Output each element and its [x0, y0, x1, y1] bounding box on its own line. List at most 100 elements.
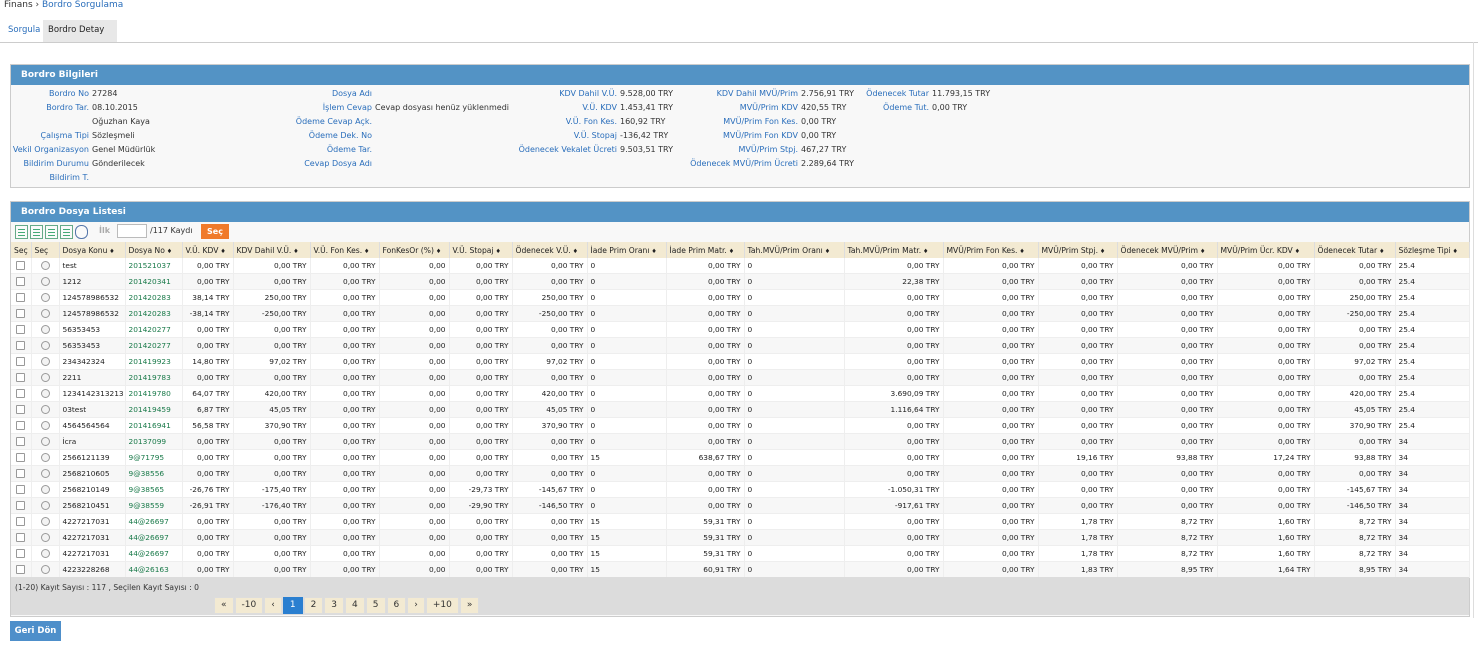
column-header[interactable]: Tah.MVÜ/Prim Matr. ♦ [844, 242, 944, 258]
select-page-icon[interactable] [45, 225, 58, 239]
sort-icon[interactable]: ♦ [1293, 248, 1300, 255]
refresh-icon[interactable] [75, 225, 88, 239]
sort-icon[interactable]: ♦ [291, 248, 298, 255]
sort-icon[interactable]: ♦ [1377, 248, 1384, 255]
row-checkbox[interactable] [16, 421, 26, 431]
row-checkbox[interactable] [16, 357, 26, 367]
table-row[interactable]: 2566121139 9@71795 0,00 TRY 0,00 TRY 0,00 TR… [11, 449, 1470, 466]
sort-icon[interactable]: ♦ [218, 248, 225, 255]
column-header[interactable]: V.Ü. KDV ♦ [182, 242, 234, 258]
column-header[interactable]: FonKesOr (%) ♦ [379, 242, 450, 258]
sort-icon[interactable]: ♦ [1451, 248, 1458, 255]
row-radio[interactable] [40, 517, 50, 527]
select-all-icon[interactable] [15, 225, 28, 239]
dosya-no-link[interactable]: 44@26697 [125, 529, 183, 546]
dosya-no-link[interactable]: 9@38556 [125, 465, 183, 482]
column-header[interactable]: MVÜ/Prim Stpj. ♦ [1038, 242, 1118, 258]
row-radio[interactable] [40, 485, 50, 495]
column-header[interactable]: Seç [31, 242, 60, 258]
dosya-no-link[interactable]: 201419780 [125, 385, 183, 402]
sort-icon[interactable]: ♦ [494, 248, 500, 255]
dosya-no-link[interactable]: 201420277 [125, 337, 183, 354]
table-row[interactable]: 4223228268 44@26163 0,00 TRY 0,00 TRY 0,00 T… [11, 561, 1470, 578]
row-radio[interactable] [40, 565, 50, 575]
breadcrumb-root[interactable]: Finans [4, 0, 33, 10]
row-radio[interactable] [40, 373, 50, 383]
dosya-no-link[interactable]: 201419459 [125, 401, 183, 418]
sec-button[interactable]: Seç [201, 224, 229, 239]
column-header[interactable]: MVÜ/Prim Fon Kes. ♦ [943, 242, 1039, 258]
dosya-no-link[interactable]: 201521037 [125, 258, 183, 274]
dosya-no-link[interactable]: 44@26697 [125, 545, 183, 562]
record-count-input[interactable] [117, 224, 147, 238]
table-row[interactable]: 2211 201419783 0,00 TRY 0,00 TRY 0,00 TRY 0,0… [11, 369, 1470, 386]
row-radio[interactable] [40, 341, 50, 351]
column-header[interactable]: Dosya Konu ♦ [59, 242, 126, 258]
table-row[interactable]: 2568210149 9@38565 -26,76 TRY -175,40 TRY 0,… [11, 481, 1470, 498]
column-header[interactable]: V.Ü. Fon Kes. ♦ [310, 242, 380, 258]
sort-icon[interactable]: ♦ [165, 248, 172, 255]
table-row[interactable]: 56353453 201420277 0,00 TRY 0,00 TRY 0,00 TR… [11, 321, 1470, 338]
tab-sorgula[interactable]: Sorgula [3, 20, 45, 42]
dosya-no-link[interactable]: 201419783 [125, 369, 183, 386]
column-header[interactable]: Ödenecek Tutar ♦ [1314, 242, 1396, 258]
row-checkbox[interactable] [16, 293, 26, 303]
sort-icon[interactable]: ♦ [823, 248, 830, 255]
pager-button[interactable]: » [459, 597, 480, 614]
row-checkbox[interactable] [16, 533, 26, 543]
pager-button[interactable]: +10 [425, 597, 459, 614]
row-radio[interactable] [40, 421, 50, 431]
row-checkbox[interactable] [16, 469, 26, 479]
sort-icon[interactable]: ♦ [1017, 248, 1024, 255]
pager-button[interactable]: -10 [234, 597, 264, 614]
row-radio[interactable] [40, 293, 50, 303]
dosya-no-link[interactable]: 9@38559 [125, 497, 183, 514]
row-radio[interactable] [40, 533, 50, 543]
dosya-no-link[interactable]: 201420277 [125, 321, 183, 338]
row-radio[interactable] [40, 469, 50, 479]
pager-button[interactable]: 1 [282, 597, 303, 614]
dosya-no-link[interactable]: 44@26163 [125, 561, 183, 578]
row-checkbox[interactable] [16, 565, 26, 575]
row-checkbox[interactable] [16, 341, 26, 351]
column-header[interactable]: Tah.MVÜ/Prim Oranı ♦ [744, 242, 845, 258]
table-row[interactable]: İcra 20137099 0,00 TRY 0,00 TRY 0,00 TRY 0,00… [11, 433, 1470, 450]
row-radio[interactable] [40, 453, 50, 463]
row-checkbox[interactable] [16, 261, 26, 271]
column-header[interactable]: Ödenecek MVÜ/Prim ♦ [1117, 242, 1218, 258]
row-radio[interactable] [40, 549, 50, 559]
column-header[interactable]: MVÜ/Prim Ücr. KDV ♦ [1217, 242, 1315, 258]
column-header[interactable]: İade Prim Oranı ♦ [587, 242, 667, 258]
table-row[interactable]: 124578986532 201420283 38,14 TRY 250,00 TRY… [11, 289, 1470, 306]
column-header[interactable]: V.Ü. Stopaj ♦ [449, 242, 513, 258]
sort-icon[interactable]: ♦ [649, 248, 656, 255]
column-header[interactable]: İade Prim Matr. ♦ [666, 242, 745, 258]
sort-icon[interactable]: ♦ [1098, 248, 1105, 255]
table-row[interactable]: 56353453 201420277 0,00 TRY 0,00 TRY 0,00 TR… [11, 337, 1470, 354]
pager-button[interactable]: › [407, 597, 425, 614]
geri-don-button[interactable]: Geri Dön [10, 621, 61, 641]
column-header[interactable]: Ödenecek V.Ü. ♦ [512, 242, 588, 258]
dosya-no-link[interactable]: 44@26697 [125, 513, 183, 530]
row-checkbox[interactable] [16, 437, 26, 447]
breadcrumb-current[interactable]: Bordro Sorgulama [42, 0, 123, 10]
table-row[interactable]: 2568210451 9@38559 -26,91 TRY -176,40 TRY 0,… [11, 497, 1470, 514]
row-checkbox[interactable] [16, 453, 26, 463]
row-radio[interactable] [40, 325, 50, 335]
sort-icon[interactable]: ♦ [571, 248, 578, 255]
sort-icon[interactable]: ♦ [434, 248, 441, 255]
sort-icon[interactable]: ♦ [362, 248, 369, 255]
row-checkbox[interactable] [16, 501, 26, 511]
table-row[interactable]: 4227217031 44@26697 0,00 TRY 0,00 TRY 0,00 T… [11, 513, 1470, 530]
row-radio[interactable] [40, 501, 50, 511]
deselect-page-icon[interactable] [60, 225, 73, 239]
row-checkbox[interactable] [16, 517, 26, 527]
dosya-no-link[interactable]: 9@38565 [125, 481, 183, 498]
pager-button[interactable]: 5 [365, 597, 386, 614]
row-radio[interactable] [40, 261, 50, 271]
pager-button[interactable]: ‹ [264, 597, 282, 614]
column-header[interactable]: Dosya No ♦ [125, 242, 183, 258]
dosya-no-link[interactable]: 201416941 [125, 417, 183, 434]
dosya-no-link[interactable]: 201419923 [125, 353, 183, 370]
dosya-no-link[interactable]: 201420283 [125, 289, 183, 306]
